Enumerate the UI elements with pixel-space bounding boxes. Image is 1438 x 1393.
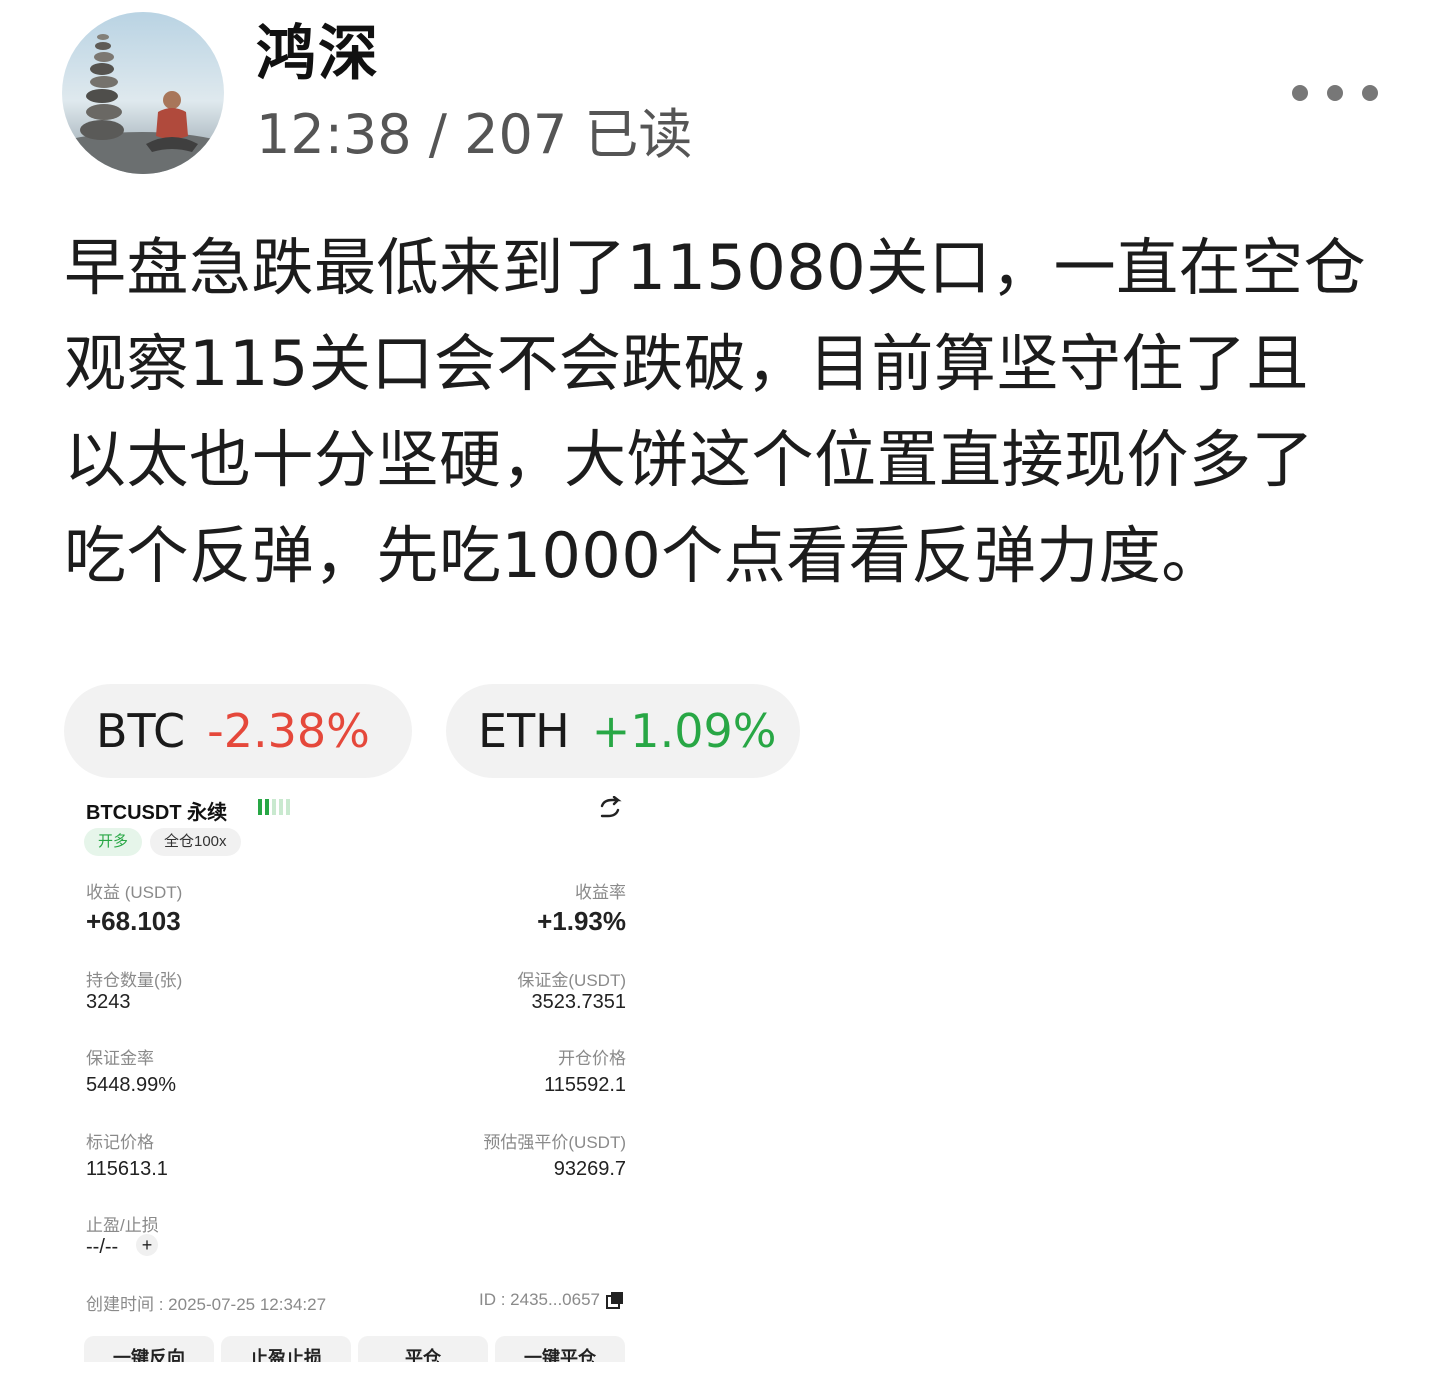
liq-price-value: 93269.7	[553, 1158, 626, 1180]
ticker-symbol: BTC	[96, 704, 186, 758]
pnl-label: 收益 (USDT)	[86, 883, 183, 902]
ticker-tag-eth[interactable]: ETH +1.09%	[446, 684, 800, 778]
pnl-value: +68.103	[86, 906, 181, 936]
margin-mode-chip: 全仓100x	[150, 828, 241, 856]
post-meta: 12:38 / 207 已读	[256, 103, 693, 166]
post-text: 早盘急跌最低来到了115080关口，一直在空仓 观察115关口会不会跌破，目前算…	[64, 220, 1384, 604]
mark-price-label: 标记价格	[86, 1133, 154, 1152]
add-tpsl-icon[interactable]: +	[136, 1234, 158, 1256]
ticker-change: -2.38%	[207, 704, 370, 758]
created-time: 创建时间 : 2025-07-25 12:34:27	[86, 1295, 327, 1314]
order-id: ID : 2435...0657	[479, 1290, 600, 1309]
ticker-change: +1.09%	[591, 704, 777, 758]
post-line: 早盘急跌最低来到了115080关口，一直在空仓	[64, 231, 1367, 304]
more-options-icon[interactable]	[1292, 80, 1378, 106]
dot	[1292, 85, 1308, 101]
margin-rate-value: 5448.99%	[86, 1074, 177, 1096]
position-card[interactable]: BTCUSDT 永续 开多 全仓100x 收益 (USDT) +68.103 收…	[64, 786, 648, 1362]
margin-label: 保证金(USDT)	[517, 971, 626, 990]
entry-price-value: 115592.1	[544, 1074, 626, 1096]
tpsl-label: 止盈/止损	[86, 1216, 159, 1235]
roi-value: +1.93%	[537, 906, 626, 936]
post-line: 观察115关口会不会跌破，目前算坚守住了且	[64, 327, 1309, 400]
ticker-symbol: ETH	[478, 704, 570, 758]
close-button[interactable]: 平仓	[358, 1336, 488, 1362]
margin-rate-label: 保证金率	[86, 1049, 154, 1068]
close-all-button[interactable]: 一键平仓	[495, 1336, 625, 1362]
qty-value: 3243	[86, 991, 131, 1013]
margin-value: 3523.7351	[531, 991, 626, 1013]
copy-icon[interactable]	[606, 1291, 624, 1309]
qty-label: 持仓数量(张)	[86, 971, 183, 990]
contract-title: BTCUSDT 永续	[86, 802, 228, 824]
entry-price-label: 开仓价格	[558, 1049, 626, 1068]
tpsl-button[interactable]: 止盈止损	[221, 1336, 351, 1362]
strength-icon	[258, 799, 290, 815]
tpsl-value: --/--	[86, 1236, 119, 1258]
roi-label: 收益率	[575, 883, 626, 902]
liq-price-label: 预估强平价(USDT)	[483, 1133, 626, 1152]
share-icon[interactable]	[596, 796, 624, 820]
mark-price-value: 115613.1	[86, 1158, 168, 1180]
reverse-button[interactable]: 一键反向	[84, 1336, 214, 1362]
author-name[interactable]: 鸿深	[256, 18, 380, 90]
avatar-image	[62, 12, 224, 174]
dot	[1362, 85, 1378, 101]
post-line: 吃个反弹，先吃1000个点看看反弹力度。	[64, 519, 1224, 592]
post-line: 以太也十分坚硬，大饼这个位置直接现价多了	[64, 423, 1315, 496]
side-chip: 开多	[84, 828, 143, 856]
dot	[1327, 85, 1343, 101]
avatar[interactable]	[62, 12, 224, 174]
ticker-tag-btc[interactable]: BTC -2.38%	[64, 684, 412, 778]
